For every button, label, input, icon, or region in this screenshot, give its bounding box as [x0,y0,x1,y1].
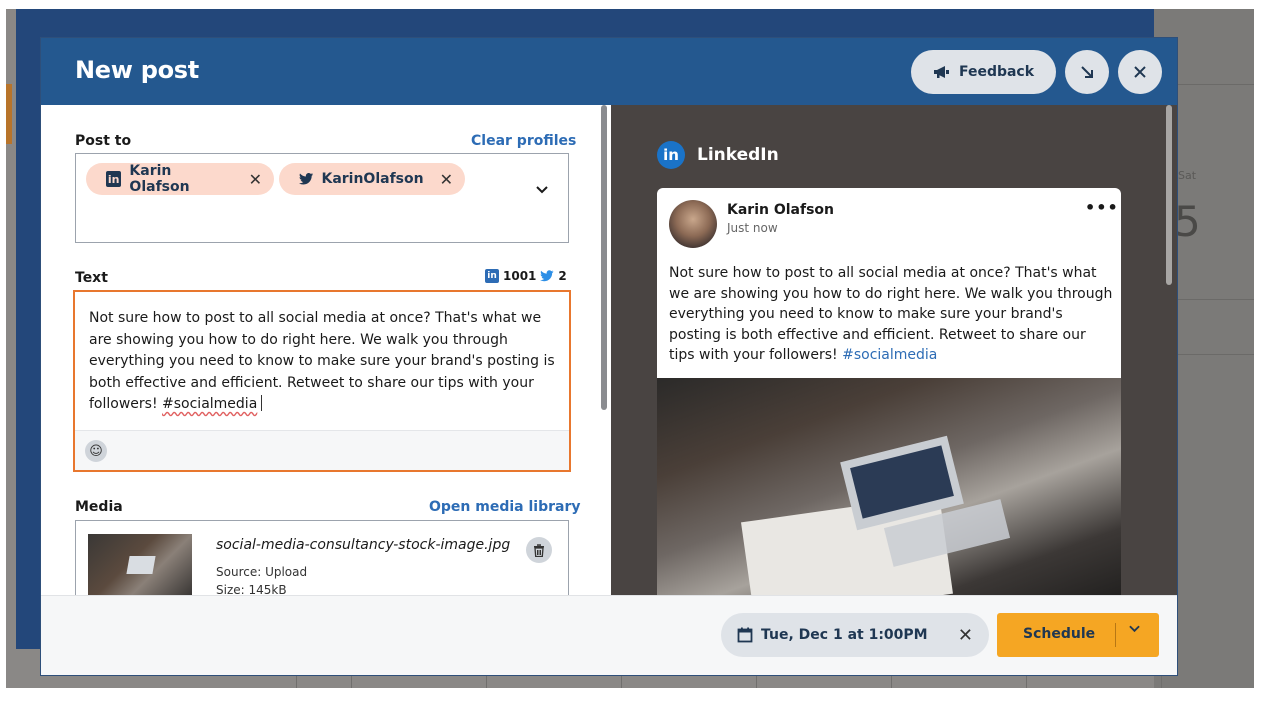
compose-panel: Post to Clear profiles in Karin Olafson … [41,105,611,595]
chevron-down-icon[interactable] [1129,625,1140,633]
post-text-editor[interactable]: Not sure how to post to all social media… [73,290,571,472]
twitter-icon [540,270,554,282]
preview-text: Not sure how to post to all social media… [669,263,1115,366]
preview-scrollbar[interactable] [1166,105,1172,285]
background-accent [6,84,12,144]
media-filename: social-media-consultancy-stock-image.jpg [216,537,511,553]
media-size: Size: 145kB [216,583,287,595]
text-label: Text [75,270,108,286]
media-source: Source: Upload [216,565,308,579]
post-to-label: Post to [75,133,132,149]
background-day-number: 5 [1174,197,1201,246]
preview-author-name: Karin Olafson [727,202,834,218]
remove-profile-icon[interactable]: ✕ [249,170,262,189]
megaphone-icon [933,66,949,78]
new-post-modal: New post Feedback Post to Clear profiles [41,38,1177,675]
schedule-divider [1115,623,1116,647]
media-thumbnail [88,534,192,595]
character-counter: in 1001 2 [485,269,567,283]
feedback-button[interactable]: Feedback [911,50,1056,94]
emoji-icon[interactable]: ☺ [85,440,107,462]
preview-panel: in LinkedIn Karin Olafson Just now ••• N… [611,105,1177,595]
twitter-icon [299,172,314,185]
minimize-button[interactable] [1065,50,1109,94]
media-label: Media [75,499,123,515]
modal-title: New post [75,56,199,84]
compose-scrollbar[interactable] [601,105,607,410]
feedback-label: Feedback [958,64,1035,80]
linkedin-icon: in [106,171,122,187]
preview-image [657,378,1121,595]
schedule-label: Schedule [1023,626,1096,642]
linkedin-icon: in [657,141,685,169]
remove-profile-icon[interactable]: ✕ [440,170,453,189]
profile-name: KarinOlafson [321,171,424,187]
chevron-down-icon[interactable] [536,186,548,194]
editor-toolbar: ☺ [75,430,569,470]
preview-timestamp: Just now [727,221,778,235]
post-text-hashtag: #socialmedia [162,396,258,412]
schedule-date-label: Tue, Dec 1 at 1:00PM [761,627,928,643]
modal-header: New post Feedback [41,38,1177,105]
delete-media-button[interactable] [526,537,552,563]
twitter-char-count: 2 [558,269,567,283]
open-media-library-link[interactable]: Open media library [429,499,580,515]
media-attachment: social-media-consultancy-stock-image.jpg… [75,520,569,595]
calendar-icon [737,627,753,643]
close-button[interactable] [1118,50,1162,94]
text-cursor [261,395,263,411]
profile-selector[interactable]: in Karin Olafson ✕ KarinOlafson ✕ [75,153,569,243]
profile-chip-twitter: KarinOlafson ✕ [279,163,465,195]
trash-icon [534,543,544,557]
linkedin-char-count: 1001 [503,269,537,283]
close-icon [1134,66,1146,78]
preview-network-title: LinkedIn [697,145,779,165]
avatar [669,200,717,248]
profile-chip-linkedin: in Karin Olafson ✕ [86,163,274,195]
clear-date-icon[interactable]: ✕ [958,625,973,646]
preview-hashtag: #socialmedia [842,347,938,363]
clear-profiles-link[interactable]: Clear profiles [471,133,576,149]
modal-footer: Tue, Dec 1 at 1:00PM ✕ Schedule [41,595,1177,675]
more-options-icon: ••• [1085,198,1119,217]
arrow-down-right-icon [1081,66,1093,78]
linkedin-icon: in [485,269,499,283]
profile-name: Karin Olafson [129,163,190,195]
schedule-date-picker[interactable]: Tue, Dec 1 at 1:00PM ✕ [721,613,989,657]
schedule-button[interactable]: Schedule [997,613,1159,657]
linkedin-preview-card: Karin Olafson Just now ••• Not sure how … [657,188,1121,595]
post-text-body: Not sure how to post to all social media… [89,310,555,412]
background-day-label: Sat [1178,169,1197,182]
post-text-content[interactable]: Not sure how to post to all social media… [89,308,559,416]
